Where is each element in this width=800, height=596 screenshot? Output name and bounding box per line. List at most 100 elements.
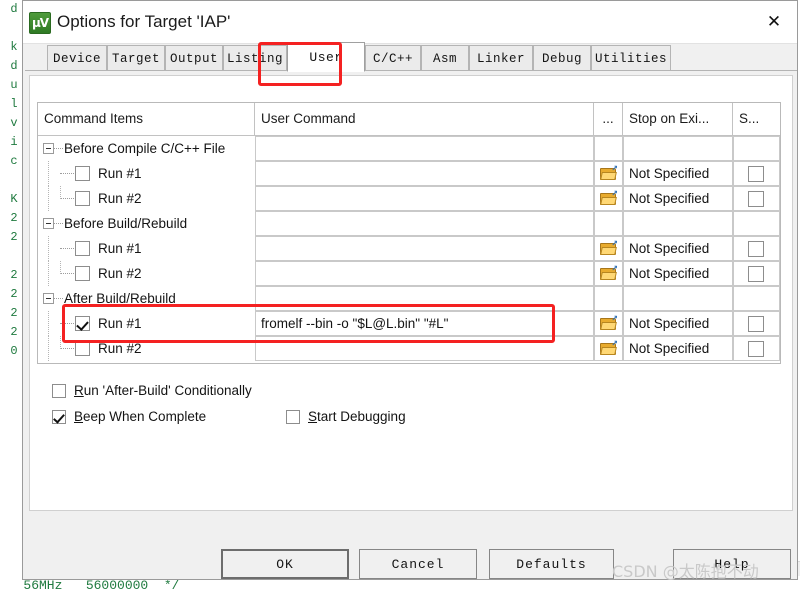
cell-user-command[interactable]: fromelf --bin -o "$L@L.bin" "#L" — [255, 311, 594, 336]
s-column-checkbox[interactable] — [748, 191, 764, 207]
cell-s-column[interactable] — [733, 261, 780, 286]
tab-asm[interactable]: Asm — [421, 45, 469, 71]
cell-command-item[interactable]: Before Compile C/C++ File — [38, 136, 255, 161]
cell-browse-button — [594, 286, 623, 311]
cell-command-item[interactable]: Run #2 — [38, 336, 255, 361]
col-header-user-command[interactable]: User Command — [255, 103, 594, 135]
cell-s-column[interactable] — [733, 161, 780, 186]
tab-listing[interactable]: Listing — [223, 45, 287, 71]
tab-underline — [25, 70, 797, 71]
grid-header-row: Command Items User Command ... Stop on E… — [38, 103, 780, 136]
cell-user-command[interactable] — [255, 136, 594, 161]
table-row[interactable]: Before Compile C/C++ File — [38, 136, 780, 161]
cell-user-command[interactable] — [255, 186, 594, 211]
col-header-command-items[interactable]: Command Items — [38, 103, 255, 135]
tree-connector — [60, 273, 74, 275]
option-checkbox[interactable] — [52, 410, 66, 424]
cell-stop-on-exit[interactable]: Not Specified — [623, 336, 733, 361]
defaults-button[interactable]: Defaults — [489, 549, 614, 579]
s-column-checkbox[interactable] — [748, 166, 764, 182]
tree-expander-icon[interactable] — [43, 293, 54, 304]
cell-stop-on-exit[interactable]: Not Specified — [623, 161, 733, 186]
cell-s-column — [733, 211, 780, 236]
command-items-grid: Command Items User Command ... Stop on E… — [37, 102, 781, 364]
option-checkbox[interactable] — [52, 384, 66, 398]
col-header-s[interactable]: S... — [733, 103, 780, 135]
s-column-checkbox[interactable] — [748, 316, 764, 332]
cell-stop-on-exit[interactable]: Not Specified — [623, 261, 733, 286]
cell-user-command[interactable] — [255, 286, 594, 311]
table-row[interactable]: After Build/Rebuild — [38, 286, 780, 311]
run-enable-checkbox[interactable] — [75, 241, 90, 256]
table-row[interactable]: Run #2 ↗ Not Specified — [38, 336, 780, 361]
cell-command-item[interactable]: Run #1 — [38, 311, 255, 336]
folder-open-icon: ↗ — [600, 164, 618, 181]
cell-command-item[interactable]: Run #1 — [38, 236, 255, 261]
tab-c-c[interactable]: C/C++ — [365, 45, 421, 71]
option-label: Start Debugging — [308, 408, 406, 426]
cell-stop-on-exit — [623, 136, 733, 161]
cell-user-command[interactable] — [255, 211, 594, 236]
cell-command-item[interactable]: Before Build/Rebuild — [38, 211, 255, 236]
tree-expander-icon[interactable] — [43, 218, 54, 229]
cell-s-column[interactable] — [733, 311, 780, 336]
cell-user-command[interactable] — [255, 336, 594, 361]
s-column-checkbox[interactable] — [748, 266, 764, 282]
table-row[interactable]: Before Build/Rebuild — [38, 211, 780, 236]
folder-open-icon: ↗ — [600, 189, 618, 206]
run-enable-checkbox[interactable] — [75, 266, 90, 281]
tab-utilities[interactable]: Utilities — [591, 45, 671, 71]
cell-s-column[interactable] — [733, 336, 780, 361]
run-label: Run #2 — [98, 341, 142, 356]
tab-user[interactable]: User — [287, 42, 365, 72]
cell-user-command[interactable] — [255, 161, 594, 186]
cell-s-column[interactable] — [733, 186, 780, 211]
tab-target[interactable]: Target — [107, 45, 165, 71]
cell-browse-button[interactable]: ↗ — [594, 261, 623, 286]
table-row[interactable]: Run #2 ↗ Not Specified — [38, 186, 780, 211]
table-row[interactable]: Run #1 ↗ Not Specified — [38, 236, 780, 261]
cell-browse-button[interactable]: ↗ — [594, 336, 623, 361]
ok-button[interactable]: OK — [221, 549, 349, 579]
cell-browse-button[interactable]: ↗ — [594, 186, 623, 211]
cell-command-item[interactable]: Run #2 — [38, 186, 255, 211]
s-column-checkbox[interactable] — [748, 341, 764, 357]
dialog-title: Options for Target 'IAP' — [57, 12, 231, 31]
cell-stop-on-exit[interactable]: Not Specified — [623, 311, 733, 336]
close-icon[interactable]: ✕ — [751, 1, 797, 42]
cell-stop-on-exit[interactable]: Not Specified — [623, 186, 733, 211]
table-row[interactable]: Run #1 fromelf --bin -o "$L@L.bin" "#L" ↗ N… — [38, 311, 780, 336]
cell-command-item[interactable]: Run #1 — [38, 161, 255, 186]
tree-connector — [48, 236, 50, 261]
tree-connector — [60, 336, 62, 349]
run-enable-checkbox[interactable] — [75, 341, 90, 356]
cell-browse-button[interactable]: ↗ — [594, 161, 623, 186]
cell-browse-button[interactable]: ↗ — [594, 236, 623, 261]
s-column-checkbox[interactable] — [748, 241, 764, 257]
run-enable-checkbox[interactable] — [75, 191, 90, 206]
table-row[interactable]: Run #2 ↗ Not Specified — [38, 261, 780, 286]
tab-linker[interactable]: Linker — [469, 45, 533, 71]
tab-device[interactable]: Device — [47, 45, 107, 71]
tree-connector — [48, 261, 50, 286]
tab-debug[interactable]: Debug — [533, 45, 591, 71]
cell-command-item[interactable]: After Build/Rebuild — [38, 286, 255, 311]
table-row[interactable]: Run #1 ↗ Not Specified — [38, 161, 780, 186]
col-header-dots[interactable]: ... — [594, 103, 623, 135]
tab-output[interactable]: Output — [165, 45, 223, 71]
folder-open-icon: ↗ — [600, 314, 618, 331]
cell-stop-on-exit[interactable]: Not Specified — [623, 236, 733, 261]
run-enable-checkbox[interactable] — [75, 166, 90, 181]
cell-command-item[interactable]: Run #2 — [38, 261, 255, 286]
cell-user-command[interactable] — [255, 261, 594, 286]
cell-user-command[interactable] — [255, 236, 594, 261]
option-checkbox[interactable] — [286, 410, 300, 424]
cell-browse-button — [594, 136, 623, 161]
run-enable-checkbox[interactable] — [75, 316, 90, 331]
tree-connector — [60, 198, 74, 200]
cell-browse-button[interactable]: ↗ — [594, 311, 623, 336]
tree-expander-icon[interactable] — [43, 143, 54, 154]
col-header-stop-on-exit[interactable]: Stop on Exi... — [623, 103, 733, 135]
cancel-button[interactable]: Cancel — [359, 549, 477, 579]
cell-s-column[interactable] — [733, 236, 780, 261]
